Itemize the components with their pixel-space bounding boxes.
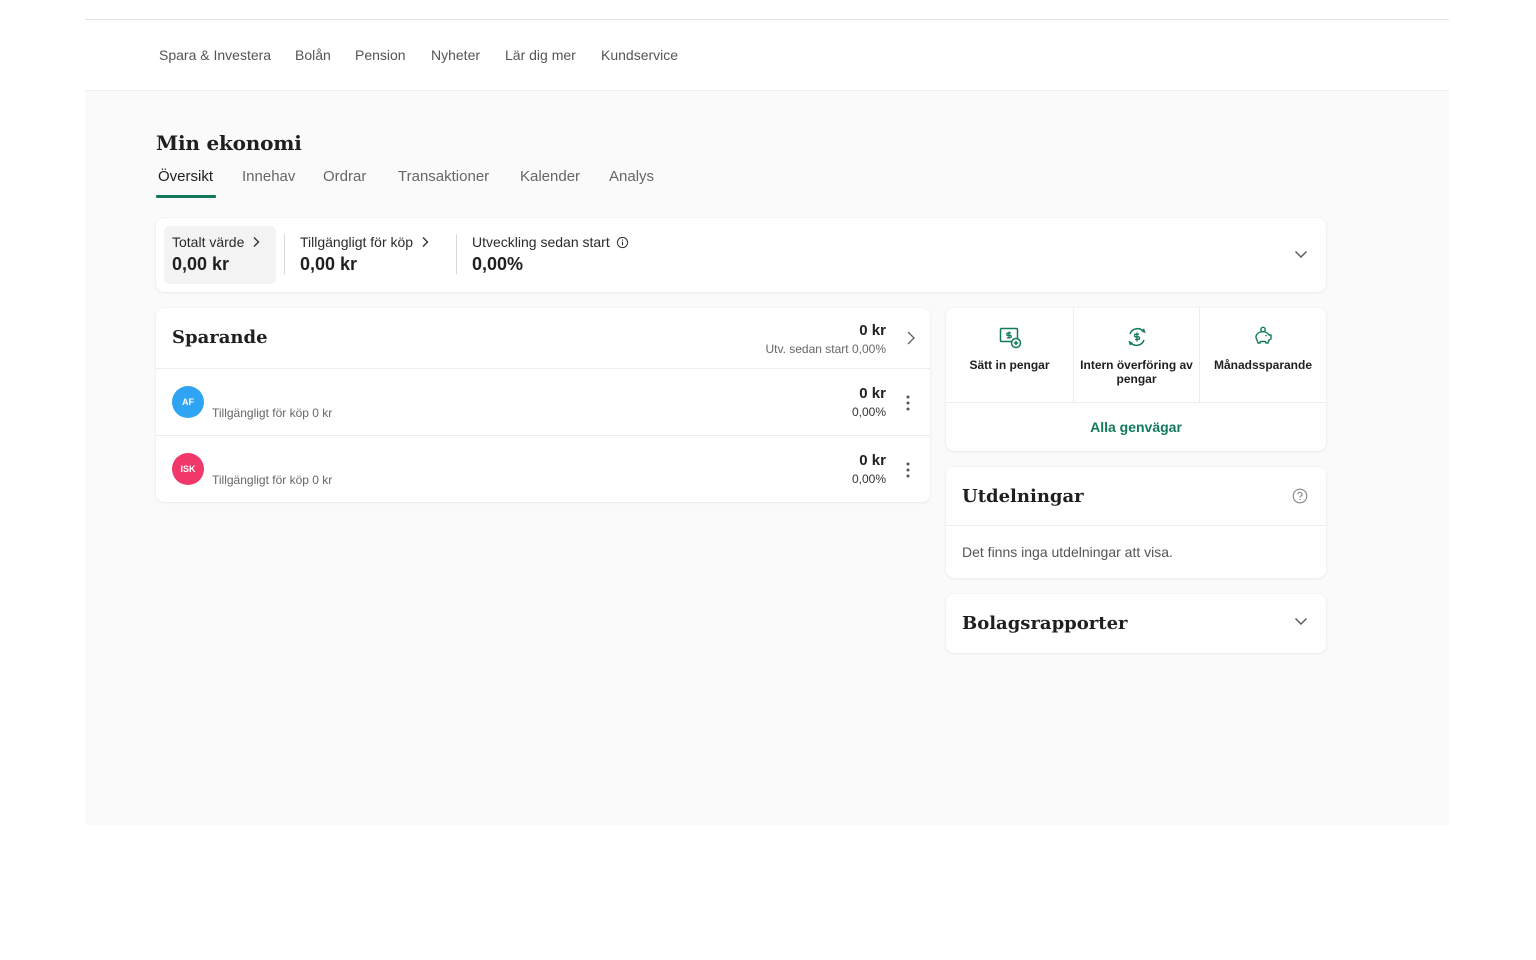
account-available: Tillgängligt för köp 0 kr [212,406,333,420]
account-available: Tillgängligt för köp 0 kr [212,473,333,487]
utdelningar-header: Utdelningar [946,467,1326,526]
sparande-title: Sparande [172,327,268,348]
tab-analys[interactable]: Analys [609,168,654,185]
shortcut-label: Månadssparande [1213,358,1313,372]
nav-kundservice[interactable]: Kundservice [601,47,678,63]
app-frame: Spara & Investera Bolån Pension Nyheter … [85,19,1449,825]
chevron-right-icon [422,237,429,247]
nav-lar-dig-mer[interactable]: Lär dig mer [505,47,576,63]
account-value: 0 kr [859,452,886,469]
tab-innehav[interactable]: Innehav [242,168,295,185]
development-cell: Utveckling sedan start 0,00% [464,226,664,284]
shortcut-deposit[interactable]: Sätt in pengar [946,308,1073,403]
piggy-bank-icon [1255,326,1272,344]
bolagsrapporter-card[interactable]: Bolagsrapporter [946,594,1326,653]
development-label: Utveckling sedan start [472,234,610,250]
sparande-header[interactable]: Sparande 0 kr Utv. sedan start 0,00% [156,308,930,369]
shortcuts-card: Sätt in pengar Intern överföring av peng… [946,308,1326,451]
account-value: 0 kr [859,385,886,402]
account-badge: ISK [172,453,204,485]
all-shortcuts-link[interactable]: Alla genvägar [946,402,1326,451]
divider [284,234,285,274]
more-options-icon[interactable] [900,393,916,413]
help-icon[interactable] [1292,488,1308,504]
summary-bar: Totalt värde 0,00 kr Tillgängligt för kö… [156,218,1326,292]
account-change: 0,00% [851,472,886,486]
sparande-total-sub: Utv. sedan start 0,00% [765,342,886,356]
chevron-down-icon[interactable] [1294,249,1308,259]
utdelningar-title: Utdelningar [962,486,1084,507]
tab-transaktioner[interactable]: Transaktioner [398,168,489,185]
total-value-cell[interactable]: Totalt värde 0,00 kr [164,226,276,284]
nav-pension[interactable]: Pension [355,47,406,63]
main-content: Min ekonomi Översikt Innehav Ordrar Tran… [85,91,1449,825]
nav-spara-investera[interactable]: Spara & Investera [159,47,271,63]
page-title: Min ekonomi [156,131,302,155]
bolagsrapporter-title: Bolagsrapporter [962,613,1128,634]
shortcut-label: Intern överföring av pengar [1080,358,1193,386]
development-value: 0,00% [472,254,524,274]
chevron-down-icon[interactable] [1294,616,1308,626]
tab-kalender[interactable]: Kalender [520,168,580,185]
active-tab-indicator [156,195,216,198]
account-row[interactable]: AF Tillgängligt för köp 0 kr 0 kr 0,00% [156,369,930,436]
shortcut-monthly-saving[interactable]: Månadssparande [1200,308,1326,403]
account-badge: AF [172,386,204,418]
total-value: 0,00 kr [172,254,230,274]
tab-oversikt[interactable]: Översikt [158,168,213,185]
nav-nyheter[interactable]: Nyheter [431,47,480,63]
available-label: Tillgängligt för köp [300,234,414,250]
available-cell[interactable]: Tillgängligt för köp 0,00 kr [292,226,452,284]
total-value-label: Totalt värde [172,234,245,250]
top-navigation: Spara & Investera Bolån Pension Nyheter … [85,20,1449,91]
more-options-icon[interactable] [900,460,916,480]
utdelningar-empty-message: Det finns inga utdelningar att visa. [962,544,1173,560]
nav-bolan[interactable]: Bolån [295,47,331,63]
transfer-icon [1127,328,1146,346]
chevron-right-icon [253,237,260,247]
deposit-icon [999,327,1021,349]
available-value: 0,00 kr [300,254,358,274]
tab-ordrar[interactable]: Ordrar [323,168,366,185]
utdelningar-card: Utdelningar Det finns inga utdelningar a… [946,467,1326,578]
account-change: 0,00% [851,405,886,419]
divider [456,234,457,274]
sparande-total: 0 kr [859,322,886,339]
shortcut-label: Sätt in pengar [969,358,1050,372]
chevron-right-icon[interactable] [906,330,916,346]
info-icon[interactable] [616,236,629,249]
sparande-card: Sparande 0 kr Utv. sedan start 0,00% AF … [156,308,930,502]
account-row[interactable]: ISK Tillgängligt för köp 0 kr 0 kr 0,00% [156,436,930,503]
shortcut-internal-transfer[interactable]: Intern överföring av pengar [1074,308,1199,403]
